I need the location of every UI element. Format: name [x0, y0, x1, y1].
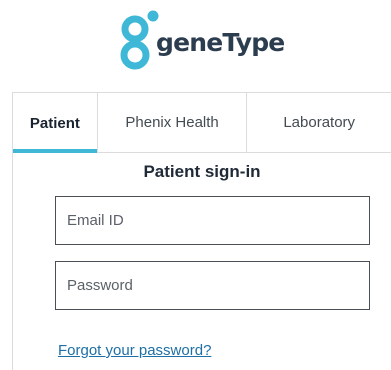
tab-phenix-health-label: Phenix Health [125, 114, 219, 131]
tab-patient-label: Patient [29, 114, 80, 132]
tab-laboratory-label: Laboratory [283, 114, 356, 131]
sign-in-panel: Patient sign-in Forgot your password? [12, 152, 391, 370]
sign-in-tabs: Patient Phenix Health Laboratory [12, 92, 391, 153]
password-field[interactable] [55, 261, 370, 310]
email-field[interactable] [55, 196, 370, 245]
tab-patient[interactable]: Patient [13, 93, 97, 153]
tab-phenix-health[interactable]: Phenix Health [96, 93, 247, 153]
page-title: Patient sign-in [143, 162, 261, 181]
forgot-password-link[interactable]: Forgot your password? [58, 342, 211, 359]
genetype-logo: geneType [118, 6, 285, 78]
tab-laboratory[interactable]: Laboratory [246, 93, 391, 153]
logo-wordmark: geneType [156, 28, 285, 57]
